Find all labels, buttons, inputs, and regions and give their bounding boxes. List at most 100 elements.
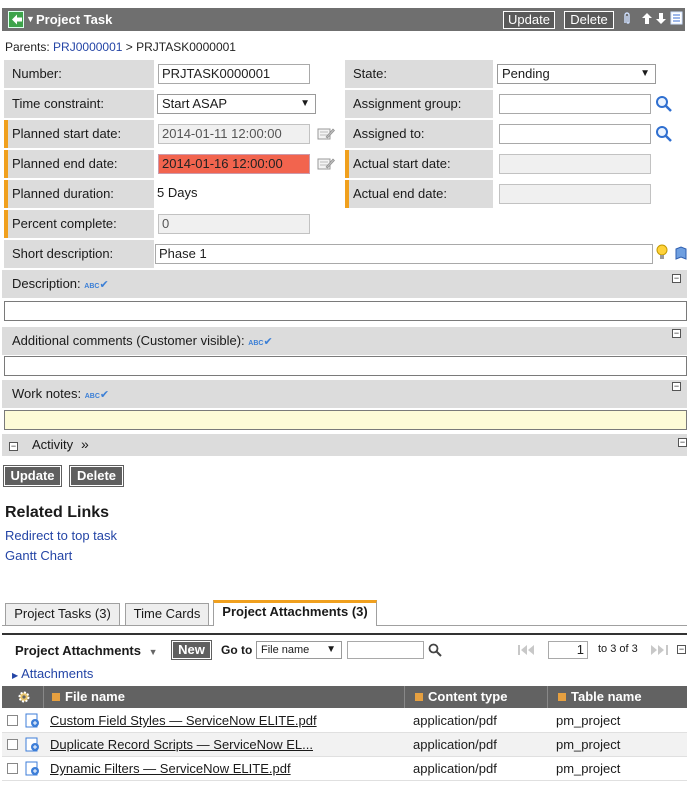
calendar-icon[interactable] [317, 155, 335, 171]
activity-section: − Activity » − [2, 434, 687, 456]
up-arrow-icon[interactable] [641, 11, 653, 27]
planned-start-input[interactable]: 2014-01-11 12:00:00 [158, 124, 310, 144]
planned-duration-value: 5 Days [157, 185, 198, 200]
percent-complete-input[interactable]: 0 [158, 214, 310, 234]
row-content-type: application/pdf [413, 737, 497, 752]
gear-icon[interactable] [17, 690, 31, 704]
row-content-type: application/pdf [413, 713, 497, 728]
file-icon[interactable] [25, 713, 40, 728]
paperclip-icon[interactable] [621, 11, 633, 27]
column-divider [547, 686, 548, 708]
context-menu-icon[interactable]: ▼ [26, 13, 35, 25]
row-file-link[interactable]: Dynamic Filters — ServiceNow ELITE.pdf [50, 757, 291, 781]
short-description-input[interactable]: Phase 1 [155, 244, 653, 264]
breadcrumb: Parents: PRJ0000001 > PRJTASK0000001 [5, 40, 236, 54]
collapse-icon[interactable]: − [677, 645, 686, 654]
collapse-icon[interactable]: − [678, 438, 687, 447]
collapse-icon[interactable]: − [672, 382, 681, 391]
row-checkbox[interactable] [7, 715, 18, 726]
time-constraint-label: Time constraint: [4, 90, 154, 118]
collapse-icon[interactable]: − [672, 274, 681, 283]
page-number-input[interactable]: 1 [548, 641, 588, 659]
chevron-down-icon: ▼ [148, 647, 158, 657]
page-title: Project Task [36, 12, 113, 27]
additional-comments-textarea[interactable] [4, 356, 687, 376]
row-file-link[interactable]: Custom Field Styles — ServiceNow ELITE.p… [50, 709, 317, 733]
actual-start-input[interactable] [499, 154, 651, 174]
tab-project-attachments[interactable]: Project Attachments (3) [213, 600, 377, 626]
spellcheck-icon[interactable]: ABC✔ [248, 333, 272, 348]
additional-comments-label: Additional comments (Customer visible): [12, 333, 245, 348]
chevron-down-icon: ▼ [640, 68, 650, 79]
row-table-name: pm_project [556, 761, 621, 776]
footer-update-button[interactable]: Update [3, 465, 62, 487]
collapse-icon[interactable]: − [9, 442, 18, 451]
tab-time-cards[interactable]: Time Cards [125, 603, 209, 625]
delete-button[interactable]: Delete [564, 11, 614, 29]
tab-project-tasks[interactable]: Project Tasks (3) [5, 603, 120, 625]
assignment-group-label: Assignment group: [345, 90, 493, 118]
activity-expand-icon[interactable]: » [81, 436, 89, 452]
calendar-icon[interactable] [317, 125, 335, 141]
new-button[interactable]: New [171, 640, 212, 660]
state-label: State: [345, 60, 493, 88]
search-icon[interactable] [428, 643, 442, 657]
row-checkbox[interactable] [7, 739, 18, 750]
magnifier-icon[interactable] [655, 95, 673, 113]
description-label: Description: [12, 276, 81, 291]
short-description-label: Short description: [4, 240, 154, 268]
assignment-group-input[interactable] [499, 94, 651, 114]
related-links-title: Related Links [5, 504, 110, 521]
collapse-icon[interactable]: − [672, 329, 681, 338]
actual-end-input[interactable] [499, 184, 651, 204]
column-content-type[interactable]: Content type [415, 686, 507, 708]
spellcheck-icon[interactable]: ABC✔ [84, 276, 108, 291]
activity-label: Activity [32, 437, 74, 452]
work-notes-textarea[interactable] [4, 410, 687, 430]
footer-delete-button[interactable]: Delete [69, 465, 124, 487]
down-arrow-icon[interactable] [655, 11, 667, 27]
gantt-chart-link[interactable]: Gantt Chart [5, 548, 72, 563]
file-icon[interactable] [25, 737, 40, 752]
redirect-top-task-link[interactable]: Redirect to top task [5, 528, 117, 543]
time-constraint-select[interactable]: Start ASAP ▼ [157, 94, 316, 114]
time-constraint-value: Start ASAP [162, 96, 228, 111]
page-range-text: to 3 of 3 [598, 643, 638, 655]
spellcheck-icon[interactable]: ABC✔ [85, 386, 109, 401]
lightbulb-icon[interactable] [656, 244, 668, 262]
planned-end-input[interactable]: 2014-01-16 12:00:00 [158, 154, 310, 174]
goto-search-input[interactable] [347, 641, 424, 659]
book-icon[interactable] [675, 246, 687, 260]
row-file-link[interactable]: Duplicate Record Scripts — ServiceNow EL… [50, 733, 313, 757]
assigned-to-input[interactable] [499, 124, 651, 144]
file-icon[interactable] [25, 761, 40, 776]
column-table-name[interactable]: Table name [558, 686, 642, 708]
state-select-value: Pending [502, 66, 550, 81]
magnifier-icon[interactable] [655, 125, 673, 143]
back-arrow-icon[interactable] [8, 11, 24, 28]
breadcrumb-separator: > [125, 40, 133, 54]
filter-breadcrumb[interactable]: ▶ Attachments [12, 666, 93, 681]
list-title-menu[interactable]: Project Attachments ▼ [15, 643, 157, 658]
breadcrumb-prefix: Parents: [5, 40, 50, 54]
row-checkbox[interactable] [7, 763, 18, 774]
breadcrumb-parent-link[interactable]: PRJ0000001 [53, 40, 122, 54]
filter-attachments-link[interactable]: Attachments [21, 666, 93, 681]
list-icon[interactable] [670, 11, 683, 27]
first-page-icon[interactable] [517, 644, 539, 656]
description-section: Description: ABC✔ − [2, 270, 687, 298]
column-file-name[interactable]: File name [52, 686, 125, 708]
content-type-column-icon [415, 693, 423, 701]
work-notes-section: Work notes: ABC✔ − [2, 380, 687, 408]
last-page-icon[interactable] [649, 644, 671, 656]
description-textarea[interactable] [4, 301, 687, 321]
update-button[interactable]: Update [503, 11, 555, 29]
state-select[interactable]: Pending ▼ [497, 64, 656, 84]
goto-field-value: File name [261, 644, 310, 656]
work-notes-label: Work notes: [12, 386, 82, 401]
list-title: Project Attachments [15, 643, 141, 658]
goto-field-select[interactable]: File name ▼ [256, 641, 342, 659]
actual-end-label: Actual end date: [345, 180, 493, 208]
number-input[interactable]: PRJTASK0000001 [158, 64, 310, 84]
additional-comments-section: Additional comments (Customer visible): … [2, 327, 687, 355]
